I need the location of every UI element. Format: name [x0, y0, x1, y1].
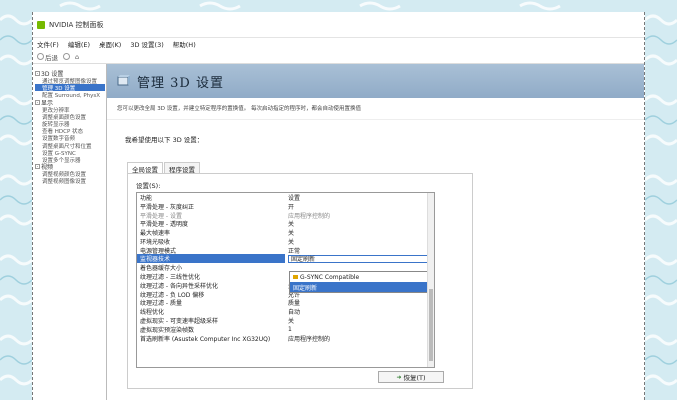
restore-button[interactable]: ➜ 恢复(T) — [378, 371, 444, 383]
option-gsync-compatible[interactable]: G-SYNC Compatible — [290, 272, 430, 282]
scrollbar-thumb[interactable] — [429, 289, 433, 361]
table-row[interactable]: 虚拟现实 - 可变速率超级采样 关 — [137, 316, 434, 325]
sidebar-item-gsync[interactable]: 设置 G-SYNC — [35, 149, 105, 156]
restore-label: 恢复(T) — [403, 374, 426, 382]
monitor-technology-dropdown[interactable]: 固定刷新 ▼ — [288, 254, 434, 263]
settings-question: 我希望使用以下 3D 设置： — [125, 136, 204, 144]
table-row[interactable]: 电源管理模式 正常 — [137, 246, 434, 255]
sidebar-item-desktop-size[interactable]: 调整桌面尺寸和位置 — [35, 142, 105, 149]
forward-button[interactable] — [63, 53, 70, 60]
sidebar-item-digital-audio[interactable]: 设置数字音频 — [35, 134, 105, 141]
grid-header: 功能 设置 — [137, 193, 434, 202]
main-panel: 管理 3D 设置 您可以更改全局 3D 设置，并建立特定程序的置换值。 每次启动… — [107, 64, 644, 400]
sidebar-item-desktop-color[interactable]: 调整桌面颜色设置 — [35, 113, 105, 120]
column-setting: 设置 — [288, 194, 301, 202]
option-fixed-refresh[interactable]: 固定刷新 — [290, 282, 430, 292]
collapse-icon[interactable]: - — [35, 71, 40, 76]
tree-group-video[interactable]: - 视频 — [35, 163, 105, 171]
menu-bar: 文件(F) 编辑(E) 桌面(K) 3D 设置(3) 帮助(H) — [33, 38, 644, 50]
settings-tabs: 全局设置 程序设置 — [127, 162, 201, 174]
monitor-technology-options: G-SYNC Compatible 固定刷新 — [289, 271, 431, 293]
restore-icon: ➜ — [396, 373, 402, 381]
forward-arrow-icon — [63, 53, 70, 60]
menu-desktop[interactable]: 桌面(K) — [99, 39, 121, 49]
collapse-icon[interactable]: - — [35, 164, 40, 170]
tab-program-settings[interactable]: 程序设置 — [164, 162, 200, 174]
table-row[interactable]: 平滑处理 - 透明度 关 — [137, 219, 434, 228]
menu-3d-settings[interactable]: 3D 设置(3) — [130, 39, 163, 49]
table-row[interactable]: 纹理过滤 - 质量 质量 — [137, 299, 434, 307]
dropdown-value: 固定刷新 — [291, 256, 316, 263]
nvidia-control-panel-window: NVIDIA 控制面板 文件(F) 编辑(E) 桌面(K) 3D 设置(3) 帮… — [32, 12, 645, 400]
tab-global-settings[interactable]: 全局设置 — [127, 162, 163, 174]
task-tree-sidebar: - 3D 设置 通过预览调整图像设置 管理 3D 设置 配置 Surround,… — [33, 64, 107, 400]
nvidia-logo-icon — [37, 20, 45, 29]
page-description: 您可以更改全局 3D 设置，并建立特定程序的置换值。 每次启动指定的程序时，都会… — [107, 98, 644, 120]
table-row[interactable]: 平滑处理 - 设置 应用程序控制的 — [137, 211, 434, 220]
table-row[interactable]: 环境光吸收 关 — [137, 237, 434, 246]
window-title: NVIDIA 控制面板 — [49, 20, 104, 29]
settings-panel: 设置(S): 功能 设置 平滑处理 - 灰度纠正 开 平滑处理 - 设置 应用程… — [127, 173, 473, 389]
sidebar-item-video-color[interactable]: 调整视频颜色设置 — [35, 170, 105, 177]
menu-file[interactable]: 文件(F) — [37, 39, 59, 49]
sidebar-item-video-image[interactable]: 调整视频图像设置 — [35, 177, 105, 184]
gsync-icon — [293, 275, 298, 279]
column-feature: 功能 — [140, 194, 153, 202]
back-label: 后退 — [45, 53, 58, 62]
tree-group-display[interactable]: - 显示 — [35, 99, 105, 107]
back-button[interactable]: 后退 — [37, 52, 58, 62]
home-button[interactable]: ⌂ — [75, 53, 79, 61]
table-row[interactable]: 首选刷新率 (Asustek Computer Inc XG32UQ) 应用程序… — [137, 334, 434, 343]
page-title: 管理 3D 设置 — [137, 75, 224, 91]
home-icon: ⌂ — [75, 52, 80, 61]
sidebar-item-resolution[interactable]: 更改分辨率 — [35, 106, 105, 113]
3d-settings-icon — [117, 75, 131, 87]
sidebar-item-hdcp[interactable]: 查看 HDCP 状态 — [35, 127, 105, 134]
table-row[interactable]: 虚拟现实预渲染帧数 1 — [137, 325, 434, 334]
settings-grid[interactable]: 功能 设置 平滑处理 - 灰度纠正 开 平滑处理 - 设置 应用程序控制的 平滑… — [136, 192, 435, 368]
collapse-icon[interactable]: - — [35, 99, 40, 105]
sidebar-item-image-preview[interactable]: 通过预览调整图像设置 — [35, 77, 105, 84]
table-row[interactable]: 平滑处理 - 灰度纠正 开 — [137, 202, 434, 211]
sidebar-item-rotate[interactable]: 旋转显示器 — [35, 120, 105, 127]
back-arrow-icon — [37, 53, 44, 60]
grid-scrollbar[interactable] — [427, 193, 434, 367]
table-row[interactable]: 线程优化 自动 — [137, 307, 434, 316]
toolbar: 后退 ⌂ — [33, 50, 644, 64]
settings-label: 设置(S): — [136, 182, 161, 190]
title-bar: NVIDIA 控制面板 — [33, 12, 644, 38]
table-row-monitor-technology[interactable]: 监视器技术 固定刷新 ▼ — [137, 254, 434, 264]
sidebar-item-manage-3d[interactable]: 管理 3D 设置 — [35, 84, 105, 92]
tree-group-3d[interactable]: - 3D 设置 — [35, 70, 105, 78]
content-area: - 3D 设置 通过预览调整图像设置 管理 3D 设置 配置 Surround,… — [33, 64, 644, 400]
table-row[interactable]: 最大帧速率 关 — [137, 228, 434, 237]
page-banner: 管理 3D 设置 — [107, 64, 644, 98]
menu-edit[interactable]: 编辑(E) — [68, 39, 90, 49]
menu-help[interactable]: 帮助(H) — [173, 39, 196, 49]
